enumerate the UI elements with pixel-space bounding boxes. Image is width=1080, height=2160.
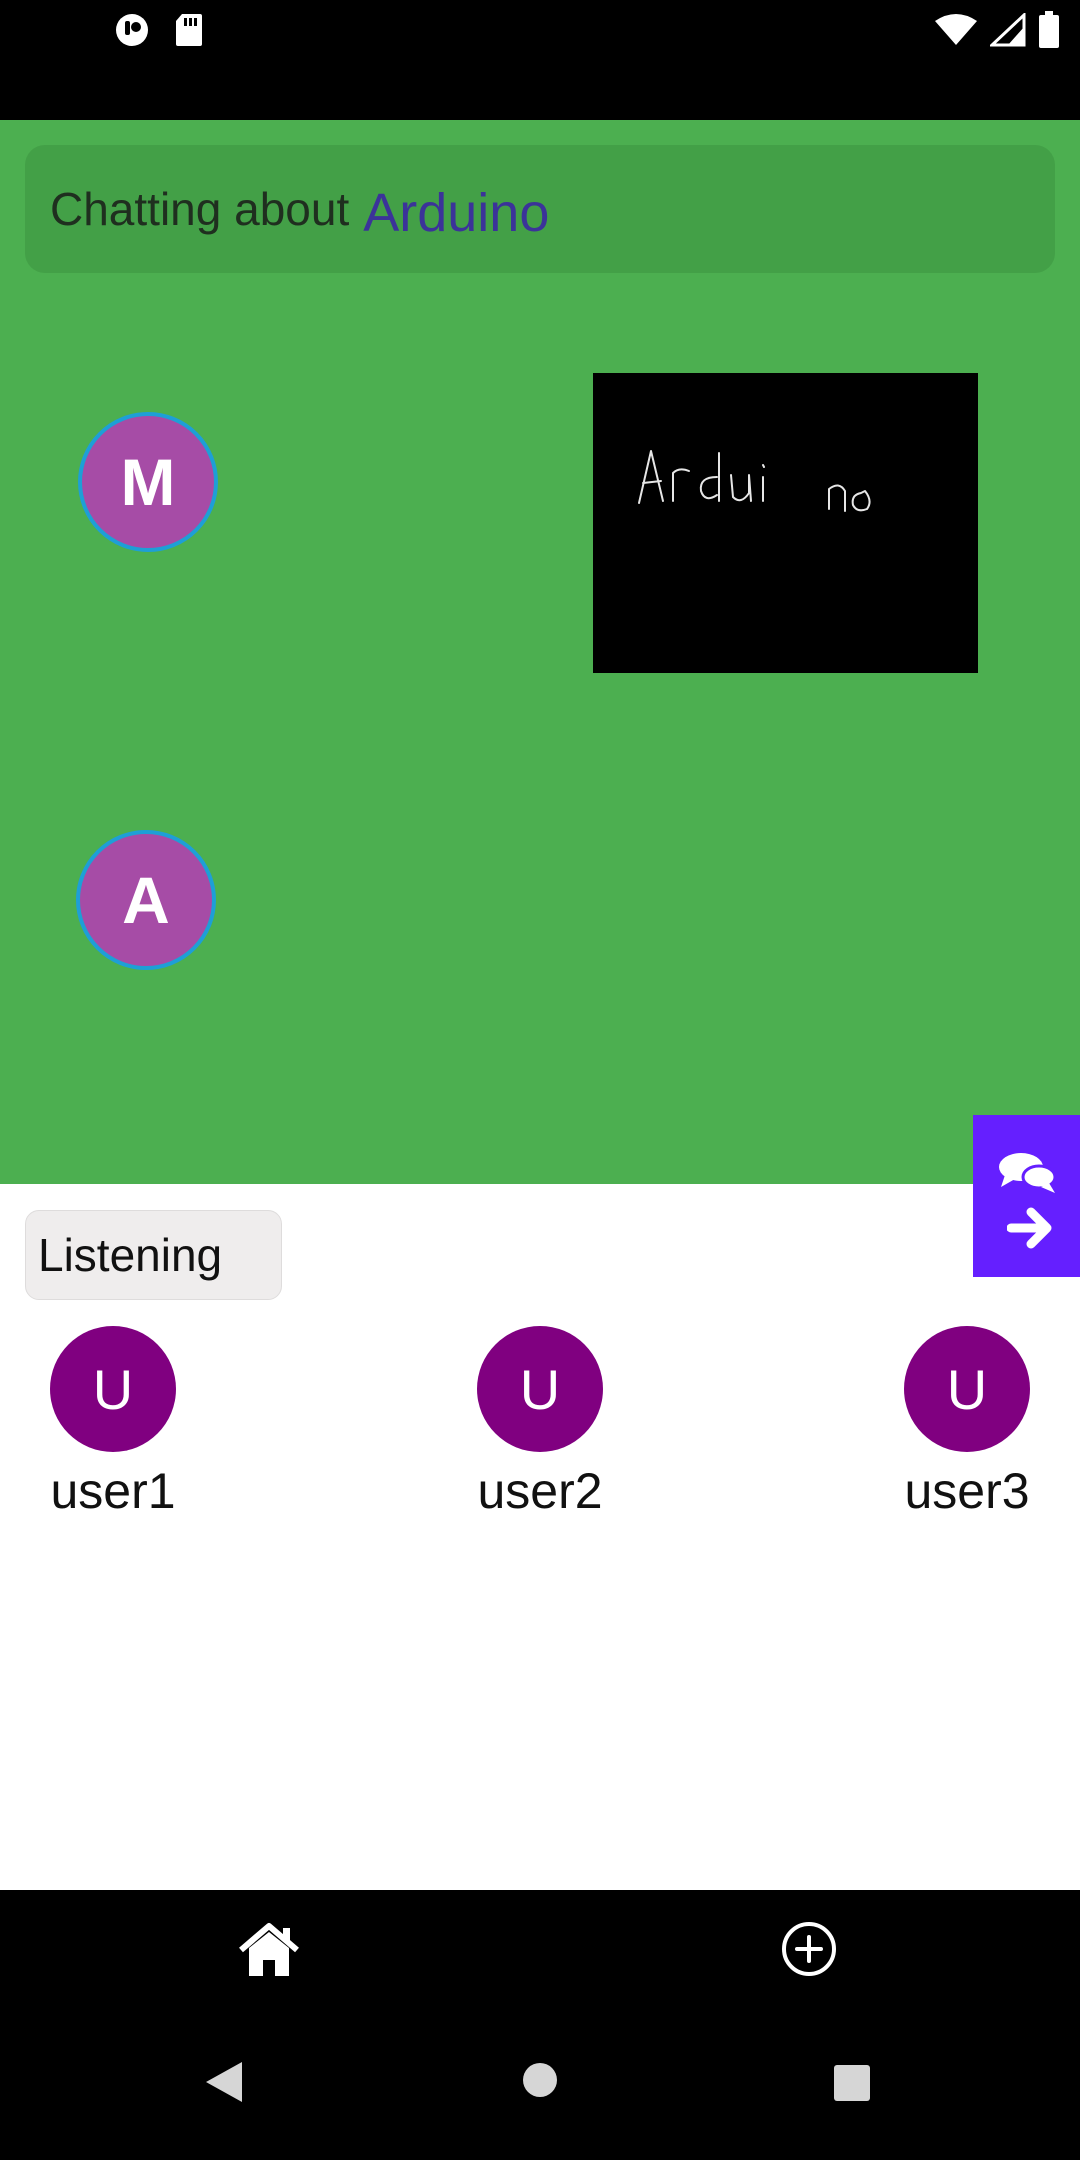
topic-prefix: Chatting about (50, 183, 350, 235)
speaker-initial: A (122, 863, 170, 937)
home-circle-icon[interactable] (522, 2062, 558, 2098)
status-right (934, 11, 1060, 48)
listener-name: user1 (50, 1463, 176, 1519)
add-circle-icon[interactable] (780, 1920, 838, 1978)
notification-app-icon (116, 14, 148, 46)
speaker-avatar-m[interactable]: M (78, 412, 218, 552)
topic-name: Arduino (363, 183, 550, 243)
chat-bubbles-icon (999, 1153, 1057, 1193)
status-left (114, 12, 204, 48)
sd-card-icon (176, 14, 202, 46)
speaker-avatar-a[interactable]: A (76, 830, 216, 970)
bottom-nav (0, 1890, 1080, 2014)
home-icon[interactable] (237, 1920, 301, 1980)
listener-avatar: U (50, 1326, 176, 1452)
wifi-icon (935, 14, 977, 45)
arrow-right-icon (1007, 1207, 1052, 1249)
topic-bar: Chatting about Arduino (25, 145, 1055, 273)
status-bar (0, 0, 1080, 120)
listening-label: Listening (25, 1210, 282, 1300)
listener-item-user1[interactable]: U user1 (13, 1326, 213, 1520)
listener-name: user2 (477, 1463, 603, 1519)
handwritten-arduino-drawing (638, 450, 871, 512)
battery-icon (1039, 11, 1059, 48)
recents-icon[interactable] (833, 2064, 871, 2102)
listener-name: user3 (904, 1463, 1030, 1519)
speaker-initial: M (120, 445, 176, 519)
listener-avatar: U (477, 1326, 603, 1452)
open-chat-button[interactable] (973, 1115, 1080, 1277)
system-nav-bar (0, 2014, 1080, 2160)
drawing-canvas[interactable] (593, 373, 978, 673)
listener-item-user3[interactable]: U user3 (867, 1326, 1067, 1520)
listener-list: U user1 U user2 U user3 (0, 1326, 1080, 1526)
listener-item-user2[interactable]: U user2 (440, 1326, 640, 1520)
back-icon[interactable] (204, 2060, 244, 2104)
cell-signal-icon (990, 13, 1026, 47)
listener-avatar: U (904, 1326, 1030, 1452)
room-stage: Chatting about Arduino M A (0, 120, 1080, 1184)
